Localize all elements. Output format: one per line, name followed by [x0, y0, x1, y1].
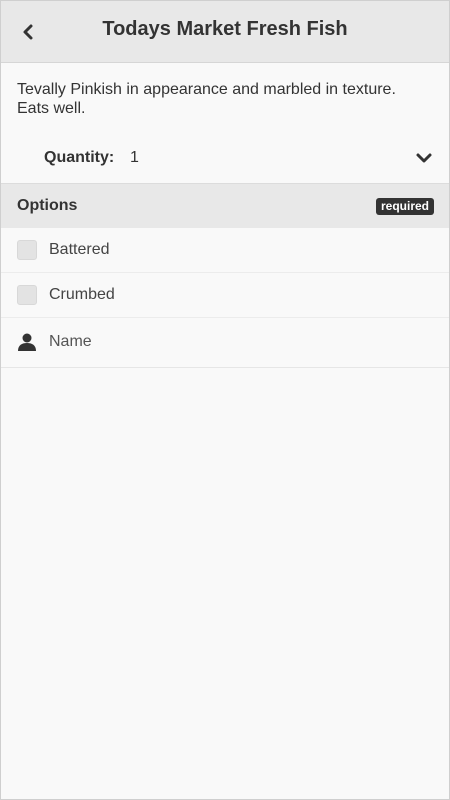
- page-title: Todays Market Fresh Fish: [102, 18, 348, 40]
- name-input[interactable]: [41, 327, 439, 357]
- chevron-down-icon[interactable]: [415, 151, 433, 165]
- product-description: Tevally Pinkish in appearance and marble…: [17, 81, 396, 117]
- name-field-row: [1, 317, 449, 368]
- crumbed-checkbox[interactable]: [17, 285, 37, 305]
- option-label: Battered: [49, 241, 110, 258]
- quantity-label: Quantity:: [44, 149, 115, 166]
- option-crumbed[interactable]: Crumbed: [1, 273, 449, 318]
- user-icon: [18, 333, 36, 351]
- option-battered[interactable]: Battered: [1, 228, 449, 273]
- battered-checkbox[interactable]: [17, 240, 37, 260]
- required-badge: required: [376, 198, 435, 215]
- quantity-selector[interactable]: Quantity: 1: [1, 136, 449, 182]
- options-section-header: Options required: [1, 183, 449, 228]
- app-header: Todays Market Fresh Fish: [1, 1, 449, 63]
- options-title: Options: [17, 197, 78, 214]
- option-label: Crumbed: [49, 286, 115, 303]
- product-options-screen: Todays Market Fresh Fish Tevally Pinkish…: [0, 0, 450, 800]
- quantity-value: 1: [130, 149, 139, 166]
